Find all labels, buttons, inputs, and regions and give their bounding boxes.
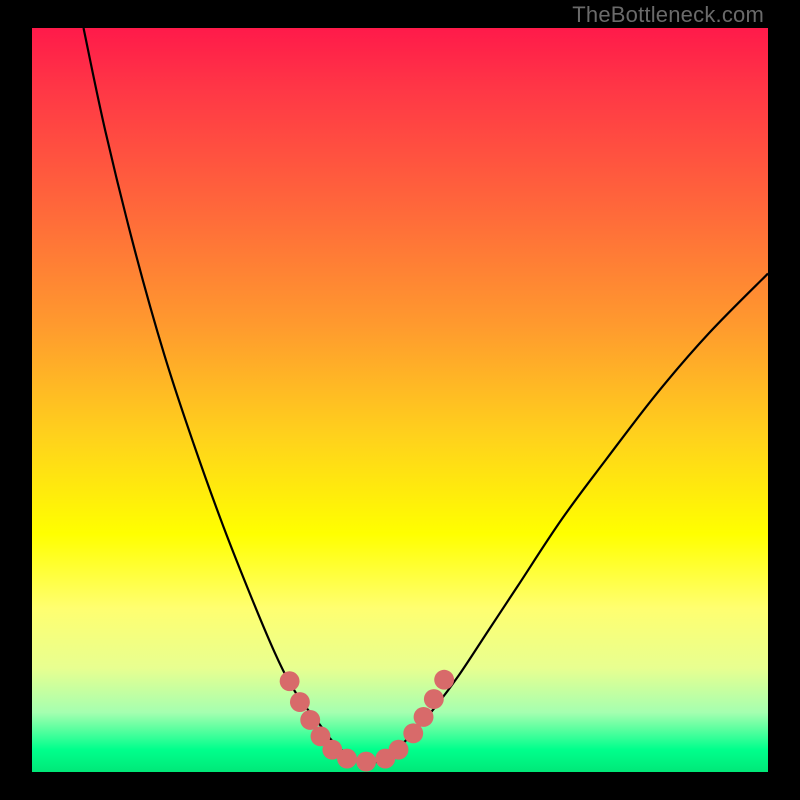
marker-dot <box>424 689 444 709</box>
marker-dot <box>403 723 423 743</box>
marker-dot <box>356 752 376 772</box>
curves-layer <box>0 0 800 800</box>
curve-left-curve <box>84 28 371 765</box>
marker-dot <box>280 671 300 691</box>
marker-dot <box>300 710 320 730</box>
marker-dot <box>414 707 434 727</box>
marker-dot <box>337 749 357 769</box>
marker-dot <box>434 670 454 690</box>
marker-dot <box>389 740 409 760</box>
marker-dot <box>290 692 310 712</box>
chart-frame: TheBottleneck.com <box>0 0 800 800</box>
